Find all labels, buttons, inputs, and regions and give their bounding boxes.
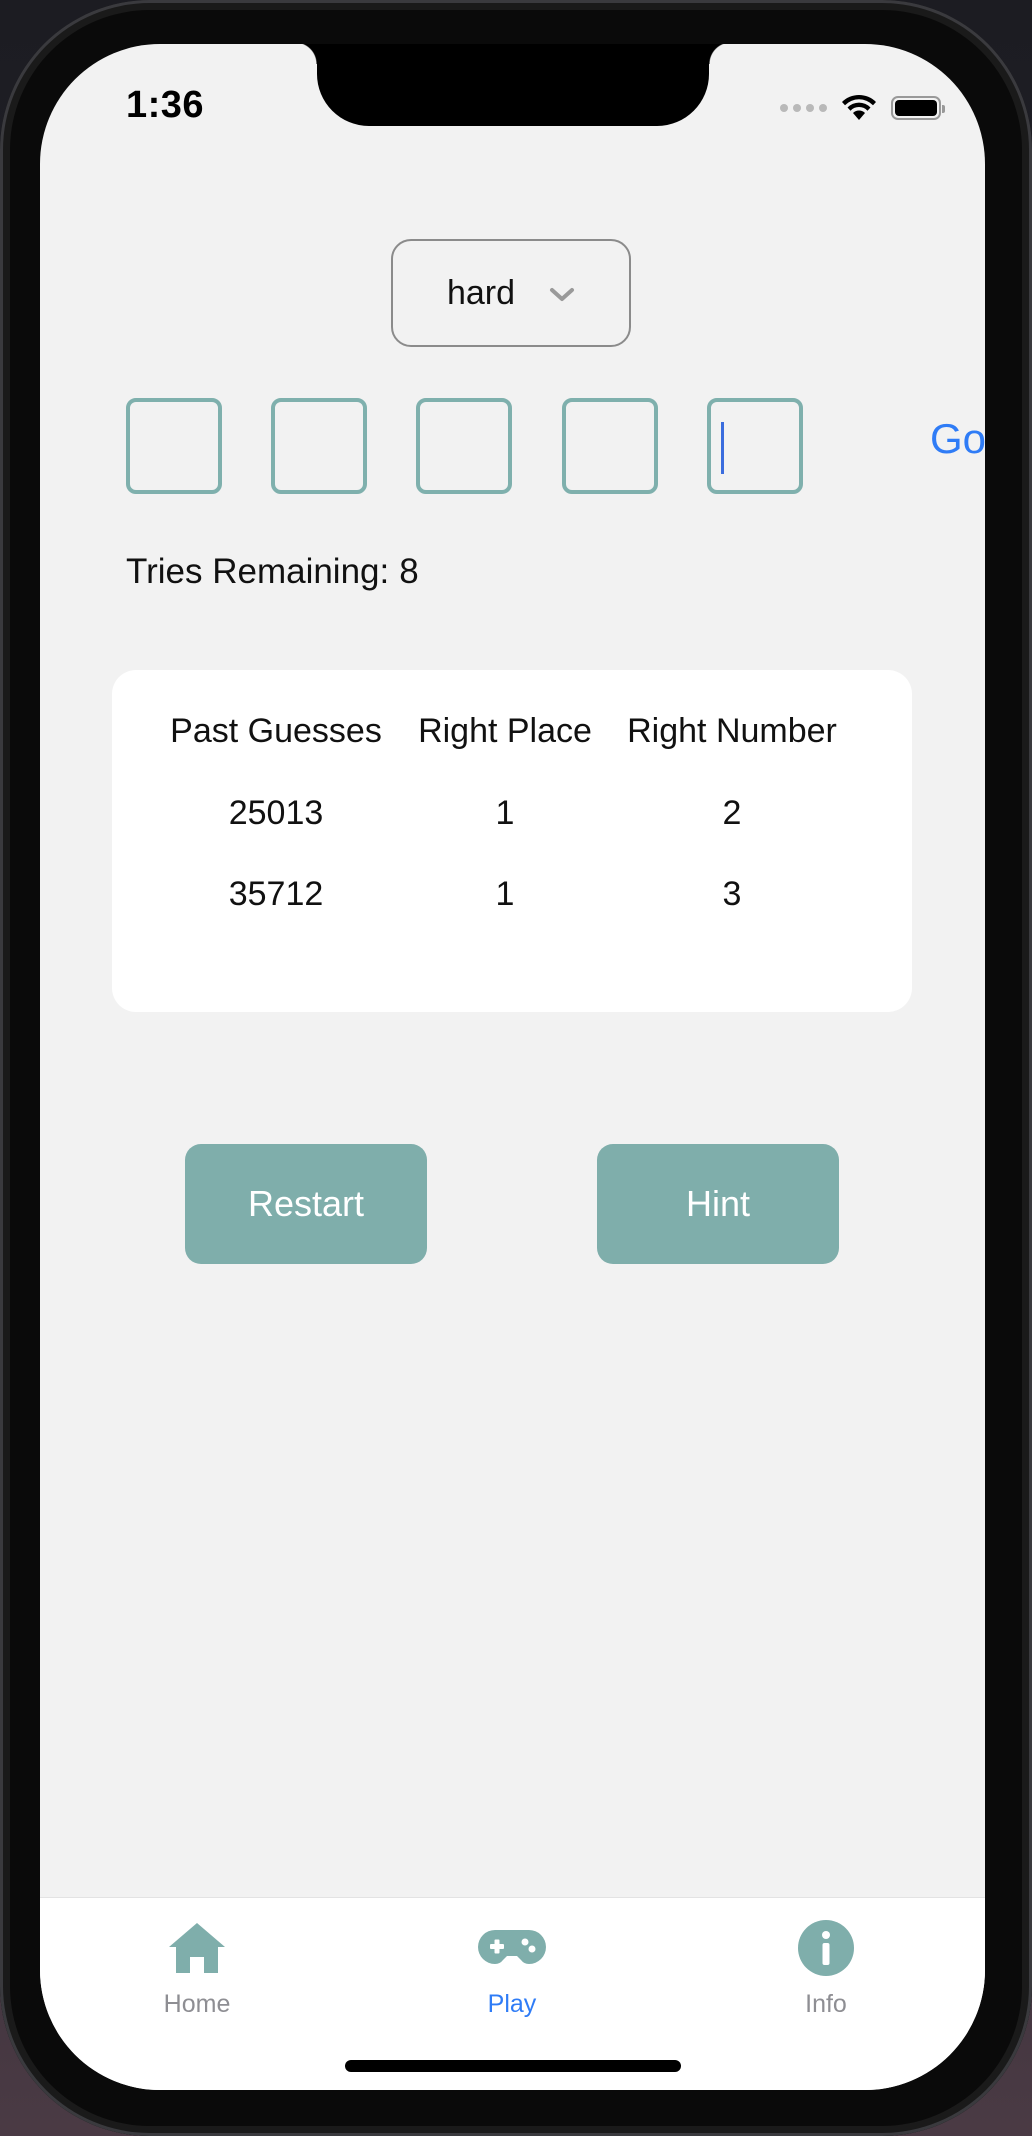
tries-count: 8 <box>399 552 419 591</box>
notch <box>295 44 731 126</box>
guess-input-row: Go <box>126 398 985 498</box>
digit-input-5[interactable] <box>707 398 803 494</box>
difficulty-dropdown[interactable]: hard <box>391 239 631 347</box>
gamepad-icon <box>478 1930 546 1964</box>
digit-input-1[interactable] <box>126 398 222 494</box>
table-cell-right-place: 1 <box>495 875 515 913</box>
digit-input-3[interactable] <box>416 398 512 494</box>
go-button[interactable]: Go <box>930 415 985 463</box>
digit-input-2[interactable] <box>271 398 367 494</box>
tries-remaining: Tries Remaining: 8 <box>126 552 419 592</box>
digit-input-4[interactable] <box>562 398 658 494</box>
tab-label-home: Home <box>163 1990 231 2018</box>
home-icon <box>169 1923 225 1973</box>
tab-play[interactable]: Play <box>412 1898 612 2048</box>
chevron-down-icon <box>550 288 575 301</box>
battery-icon <box>891 96 945 120</box>
column-header-right-number: Right Number <box>627 712 837 750</box>
status-time: 1:36 <box>126 84 205 126</box>
column-header-past-guesses: Past Guesses <box>170 712 382 750</box>
column-header-right-place: Right Place <box>418 712 592 750</box>
tries-label: Tries Remaining: <box>126 552 390 591</box>
restart-button[interactable]: Restart <box>185 1144 427 1264</box>
table-cell-guess: 35712 <box>228 875 324 913</box>
home-indicator <box>345 2060 681 2072</box>
app-screen: 1:36 hard Go Tries Remaining: 8 Past Gue… <box>40 44 985 2090</box>
tab-label-info: Info <box>805 1990 847 2018</box>
tab-info[interactable]: Info <box>726 1898 926 2048</box>
text-caret <box>721 422 724 474</box>
tab-label-play: Play <box>487 1990 537 2018</box>
past-guesses-card: Past Guesses Right Place Right Number 25… <box>112 670 912 1012</box>
difficulty-value: hard <box>446 273 516 312</box>
table-cell-right-number: 3 <box>722 875 742 913</box>
table-cell-guess: 25013 <box>228 794 324 832</box>
phone-frame: 1:36 hard Go Tries Remaining: 8 Past Gue… <box>0 0 1032 2136</box>
status-indicators <box>780 88 945 128</box>
table-cell-right-place: 1 <box>495 794 515 832</box>
wifi-icon <box>842 94 876 120</box>
info-icon <box>798 1920 854 1976</box>
cellular-signal-icon <box>780 104 827 112</box>
table-cell-right-number: 2 <box>722 794 742 832</box>
tab-home[interactable]: Home <box>97 1898 297 2048</box>
hint-button[interactable]: Hint <box>597 1144 839 1264</box>
